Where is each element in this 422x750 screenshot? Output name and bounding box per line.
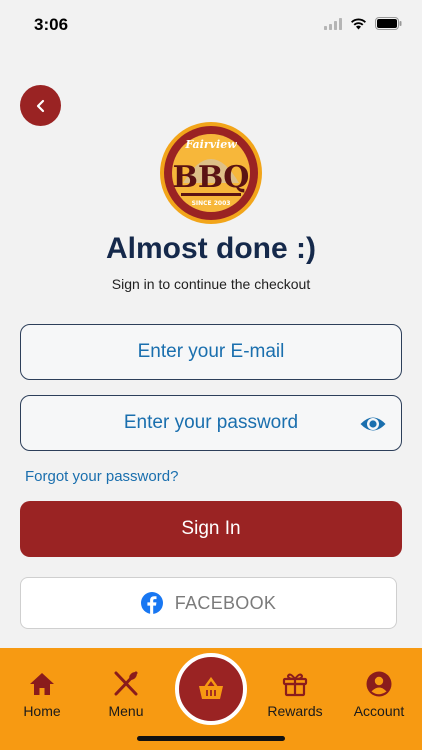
facebook-label: FACEBOOK [174,592,277,613]
logo-main-text: BBQ [173,160,250,195]
password-field-container [20,395,402,451]
page-subtitle: Sign in to continue the checkout [111,276,311,292]
tab-rewards-label: Rewards [267,703,323,719]
back-button[interactable] [20,85,61,126]
home-icon [30,673,54,695]
page-title: Almost done :) [106,232,316,265]
cellular-signal-icon [324,17,342,30]
tab-account[interactable]: Account [339,670,419,719]
facebook-icon [140,592,163,614]
logo-since-text: SINCE 2003 [192,200,231,207]
account-icon [366,671,392,697]
status-bar: 3:06 [0,0,422,50]
tab-home-label: Home [23,703,61,719]
cart-button[interactable] [175,653,247,725]
forgot-password-link[interactable]: Forgot your password? [25,468,178,485]
tab-account-label: Account [353,703,405,719]
email-field-container [20,324,402,380]
tab-menu-label: Menu [108,703,144,719]
email-field[interactable] [21,325,401,379]
basket-icon [199,677,223,699]
tab-rewards[interactable]: Rewards [255,670,335,719]
chevron-left-icon [36,99,44,112]
facebook-login-button[interactable]: FACEBOOK [20,577,397,629]
home-indicator [137,736,285,741]
eye-icon[interactable] [359,410,387,438]
tab-home[interactable]: Home [2,670,82,719]
tab-menu[interactable]: Menu [86,670,166,719]
status-time: 3:06 [34,15,69,34]
status-icons [324,17,402,30]
fairview-bbq-logo: Fairview BBQ SINCE 2003 [160,122,262,224]
logo-top-text: Fairview [184,138,237,151]
sign-in-button[interactable]: Sign In [20,501,402,557]
password-field[interactable] [21,396,401,450]
battery-icon [375,17,402,30]
utensils-icon [114,671,138,696]
wifi-icon [351,17,366,29]
gift-icon [282,673,308,697]
